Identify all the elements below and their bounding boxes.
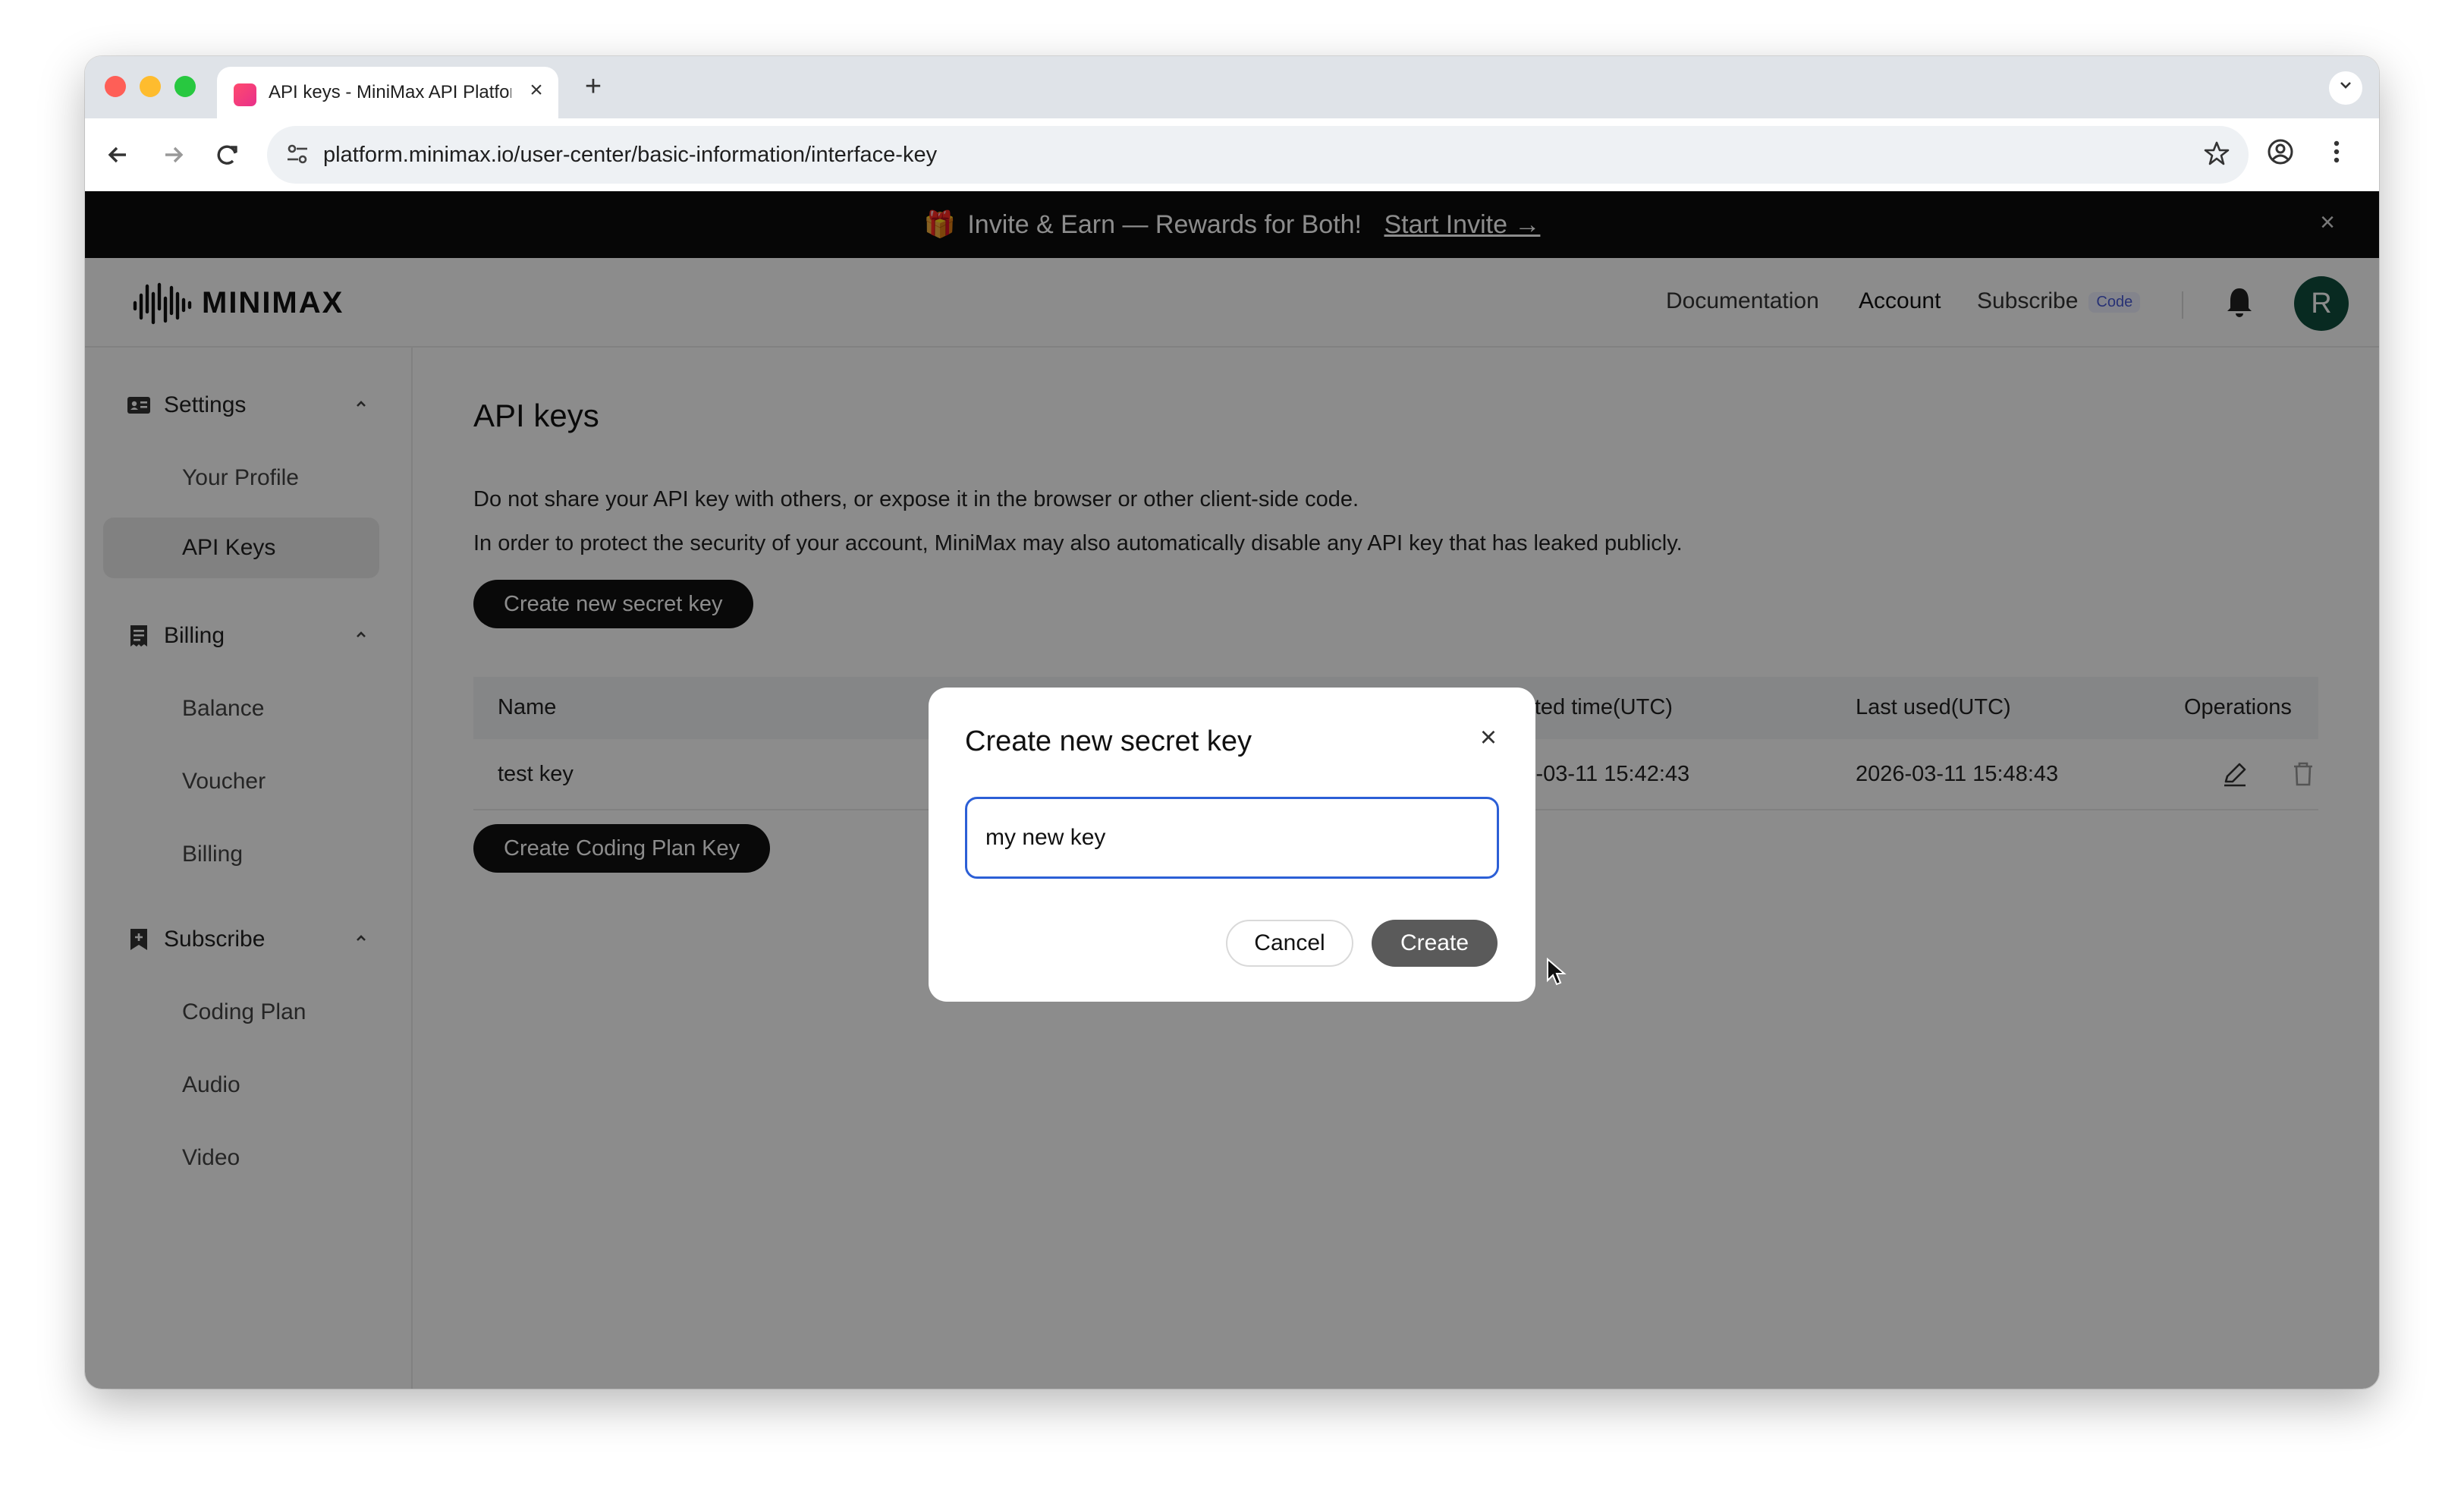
site-settings-icon[interactable] <box>284 141 311 168</box>
back-arrow-icon[interactable] <box>100 137 137 173</box>
mouse-pointer-icon <box>1546 957 1569 988</box>
cancel-button[interactable]: Cancel <box>1226 920 1353 967</box>
new-tab-icon[interactable]: + <box>578 71 608 102</box>
key-name-input[interactable] <box>965 797 1499 879</box>
dialog-title: Create new secret key <box>965 725 1252 757</box>
tab-strip: API keys - MiniMax API Platform × + <box>85 56 2379 118</box>
tab-close-icon[interactable]: × <box>523 77 549 103</box>
tab-title: API keys - MiniMax API Platform <box>269 82 511 102</box>
minimize-window-button[interactable] <box>140 76 161 97</box>
reload-icon[interactable] <box>209 137 246 173</box>
create-key-dialog: Create new secret key × Cancel Create <box>929 688 1567 1002</box>
browser-window: API keys - MiniMax API Platform × + plat… <box>85 56 2379 1389</box>
browser-menu-icon[interactable] <box>2318 137 2355 173</box>
bookmark-star-icon[interactable] <box>2202 140 2232 170</box>
address-bar[interactable]: platform.minimax.io/user-center/basic-in… <box>267 126 2249 184</box>
minimax-favicon-icon <box>234 83 256 106</box>
browser-tab[interactable]: API keys - MiniMax API Platform × <box>217 67 558 118</box>
forward-arrow-icon[interactable] <box>155 137 191 173</box>
close-window-button[interactable] <box>105 76 126 97</box>
dialog-close-icon[interactable]: × <box>1472 721 1505 754</box>
create-button[interactable]: Create <box>1372 920 1498 967</box>
browser-toolbar: platform.minimax.io/user-center/basic-in… <box>85 118 2379 191</box>
url-text: platform.minimax.io/user-center/basic-in… <box>323 143 938 167</box>
maximize-window-button[interactable] <box>174 76 196 97</box>
profile-icon[interactable] <box>2262 137 2299 173</box>
tab-search-chevron-icon[interactable] <box>2329 71 2362 105</box>
